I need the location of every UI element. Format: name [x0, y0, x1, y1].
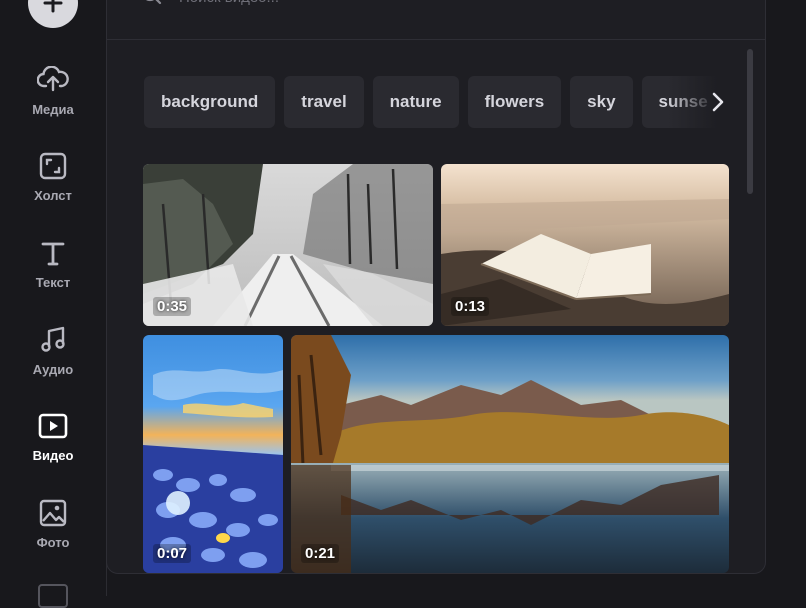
sidebar-item-partial[interactable]	[38, 584, 68, 608]
search-input[interactable]	[177, 0, 581, 11]
sidebar-item-media[interactable]: Медиа	[0, 62, 106, 142]
sidebar-item-label: Видео	[32, 448, 74, 463]
video-preview-image	[143, 335, 283, 573]
sidebar-item-text[interactable]: Текст	[0, 235, 106, 315]
video-thumbnail[interactable]: 0:13	[441, 164, 729, 326]
video-preview-image	[291, 335, 729, 573]
music-note-icon	[37, 324, 69, 356]
tag-chip[interactable]: travel	[284, 76, 364, 128]
tag-chip[interactable]: flowers	[467, 76, 562, 128]
video-thumbnail[interactable]: 0:07	[143, 335, 283, 573]
sidebar-item-label: Текст	[35, 275, 71, 290]
left-sidebar: Медиа Холст Текст Аудио Видео Фото	[0, 0, 107, 608]
sidebar-item-label: Фото	[36, 535, 70, 550]
video-thumbnail[interactable]: 0:21	[291, 335, 729, 573]
video-duration: 0:13	[451, 297, 490, 316]
sidebar-item-label: Аудио	[32, 362, 74, 377]
cloud-upload-icon	[37, 64, 69, 96]
chips-next-button[interactable]	[703, 86, 733, 118]
sidebar-item-audio[interactable]: Аудио	[0, 322, 106, 402]
video-thumbnail[interactable]: 0:35	[143, 164, 433, 326]
canvas-frame-icon	[37, 150, 69, 182]
video-duration: 0:21	[301, 544, 340, 563]
search-bar	[107, 0, 765, 40]
tag-chips-row: backgroundtravelnatureflowersskysunse	[144, 76, 737, 128]
chevron-right-icon	[712, 92, 724, 112]
search-icon	[145, 0, 162, 5]
video-duration: 0:07	[153, 544, 192, 563]
tag-chip[interactable]: nature	[372, 76, 459, 128]
sidebar-item-label: Холст	[34, 188, 72, 203]
plus-icon	[43, 0, 63, 13]
text-t-icon	[37, 237, 69, 269]
video-library-panel: backgroundtravelnatureflowersskysunse 0:…	[106, 0, 766, 574]
sidebar-item-canvas[interactable]: Холст	[0, 148, 106, 228]
image-icon	[37, 497, 69, 529]
video-play-icon	[37, 410, 69, 442]
scrollbar[interactable]	[747, 49, 753, 194]
sidebar-item-label: Медиа	[32, 102, 74, 117]
tag-chip[interactable]: background	[144, 76, 276, 128]
video-duration: 0:35	[153, 297, 192, 316]
add-button[interactable]	[28, 0, 78, 28]
sidebar-item-video[interactable]: Видео	[0, 408, 106, 488]
sidebar-item-photo[interactable]: Фото	[0, 495, 106, 575]
tag-chip[interactable]: sky	[570, 76, 633, 128]
